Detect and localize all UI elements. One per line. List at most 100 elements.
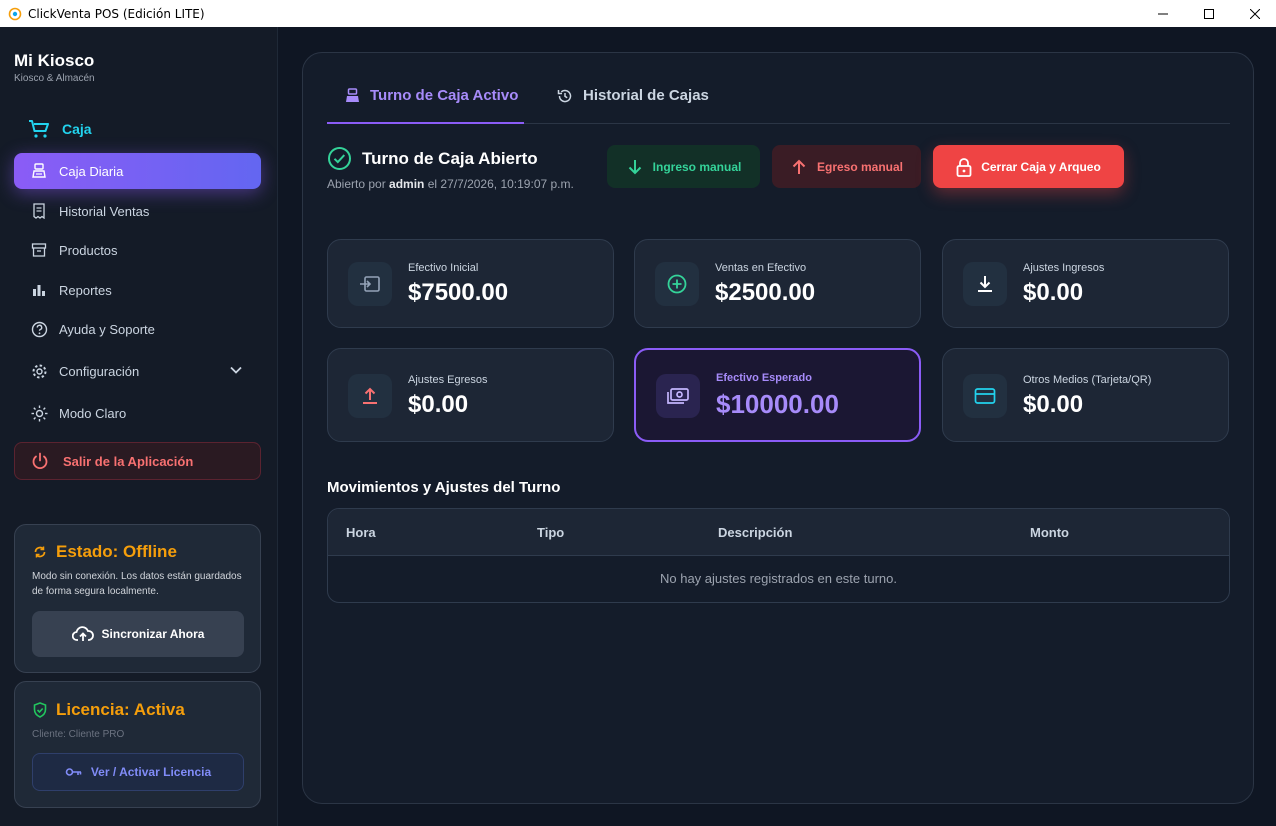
archive-icon: [30, 241, 48, 259]
gear-icon: [30, 362, 48, 380]
arrow-down-icon: [626, 158, 644, 176]
shift-status-title: Turno de Caja Abierto: [327, 146, 538, 171]
stat-ajustes-ingresos: Ajustes Ingresos $0.00: [942, 239, 1229, 328]
sidebar-item-label: Caja Diaria: [59, 163, 124, 179]
column-header-descripcion[interactable]: Descripción: [718, 525, 792, 540]
store-subtitle: Kiosco & Almacén: [14, 73, 95, 84]
sidebar-item-caja-diaria[interactable]: Caja Diaria: [14, 153, 261, 189]
stat-value: $10000.00: [716, 389, 839, 419]
stat-efectivo-inicial: Efectivo Inicial $7500.00: [327, 239, 614, 328]
sidebar-item-configuracion[interactable]: Configuración: [14, 353, 261, 389]
manual-income-label: Ingreso manual: [652, 159, 742, 174]
sync-now-button[interactable]: Sincronizar Ahora: [32, 611, 244, 657]
money-icon: [656, 374, 700, 418]
stat-label: Otros Medios (Tarjeta/QR): [1023, 374, 1152, 386]
stat-label: Ajustes Egresos: [408, 374, 488, 386]
table-header: Hora Tipo Descripción Monto: [328, 509, 1229, 556]
sidebar-item-modo-claro[interactable]: Modo Claro: [14, 395, 261, 431]
tab-label: Historial de Cajas: [583, 87, 709, 104]
tab-label: Turno de Caja Activo: [370, 87, 519, 104]
power-icon: [31, 452, 49, 470]
help-icon: [30, 320, 48, 338]
stat-label: Efectivo Esperado: [716, 372, 812, 384]
view-license-label: Ver / Activar Licencia: [90, 765, 212, 779]
movements-title: Movimientos y Ajustes del Turno: [327, 479, 561, 496]
sidebar-item-label: Ayuda y Soporte: [59, 321, 155, 337]
card-icon: [963, 374, 1007, 418]
app-logo-icon: [8, 7, 22, 20]
column-header-tipo[interactable]: Tipo: [537, 525, 564, 540]
cash-in-icon: [348, 262, 392, 306]
stat-ventas-efectivo: Ventas en Efectivo $2500.00: [634, 239, 921, 328]
sidebar-item-label: Modo Claro: [59, 405, 127, 421]
empty-table-message: No hay ajustes registrados en este turno…: [659, 571, 898, 586]
register-icon: [30, 162, 48, 180]
sync-now-label: Sincronizar Ahora: [101, 627, 205, 641]
maximize-button[interactable]: [1186, 0, 1232, 27]
manual-expense-button[interactable]: Egreso manual: [772, 145, 921, 188]
sidebar-item-productos[interactable]: Productos: [14, 232, 261, 268]
shift-title-text: Turno de Caja Abierto: [362, 148, 538, 168]
stat-label: Efectivo Inicial: [408, 262, 479, 274]
close-window-button[interactable]: [1232, 0, 1276, 27]
stat-value: $0.00: [408, 391, 469, 418]
cart-icon: [29, 120, 49, 138]
arrow-up-icon: [790, 158, 808, 176]
download-icon: [963, 262, 1007, 306]
view-license-button[interactable]: Ver / Activar Licencia: [32, 753, 244, 791]
status-title: Estado: Offline: [56, 542, 177, 561]
movements-table: Hora Tipo Descripción Monto No hay ajust…: [327, 508, 1230, 603]
sidebar-item-reportes[interactable]: Reportes: [14, 272, 261, 308]
key-icon: [65, 766, 83, 778]
manual-expense-label: Egreso manual: [816, 159, 904, 174]
manual-income-button[interactable]: Ingreso manual: [607, 145, 760, 188]
shift-opened-date: el 27/7/2026, 10:19:07 p.m.: [424, 177, 574, 191]
sidebar: Mi Kiosco Kiosco & Almacén Caja Caja Dia…: [0, 27, 278, 826]
sidebar-item-historial-ventas[interactable]: Historial Ventas: [14, 193, 261, 229]
plus-circle-icon: [655, 262, 699, 306]
minimize-icon: [1158, 13, 1168, 14]
license-header: Licencia: Activa: [33, 700, 185, 720]
sidebar-item-ayuda[interactable]: Ayuda y Soporte: [14, 311, 261, 347]
tab-historial-cajas[interactable]: Historial de Cajas: [557, 87, 709, 124]
sync-status-icon: [33, 545, 47, 559]
shift-opened-user: admin: [389, 177, 425, 191]
license-card: Licencia: Activa Cliente: Cliente PRO Ve…: [14, 681, 261, 808]
window-title: ClickVenta POS (Edición LITE): [28, 6, 205, 21]
stat-value: $7500.00: [408, 279, 509, 306]
upload-icon: [348, 374, 392, 418]
register-icon: [345, 88, 360, 104]
tab-turno-activo[interactable]: Turno de Caja Activo: [327, 87, 524, 124]
main-area: Turno de Caja Activo Historial de Cajas …: [278, 27, 1276, 826]
stat-label: Ajustes Ingresos: [1023, 262, 1105, 274]
shift-opened-info: Abierto por admin el 27/7/2026, 10:19:07…: [327, 177, 574, 191]
receipt-icon: [30, 202, 48, 220]
exit-app-label: Salir de la Aplicación: [63, 453, 194, 469]
maximize-icon: [1204, 8, 1214, 19]
sidebar-item-label: Reportes: [59, 282, 112, 298]
stat-otros-medios: Otros Medios (Tarjeta/QR) $0.00: [942, 348, 1229, 442]
column-header-monto[interactable]: Monto: [1030, 525, 1069, 540]
sidebar-item-label: Historial Ventas: [59, 203, 150, 219]
tab-bar: Turno de Caja Activo Historial de Cajas: [327, 73, 1230, 124]
chevron-down-icon: [230, 366, 242, 374]
close-register-button[interactable]: Cerrar Caja y Arqueo: [933, 145, 1124, 188]
connection-status-card: Estado: Offline Modo sin conexión. Los d…: [14, 524, 261, 673]
close-register-label: Cerrar Caja y Arqueo: [981, 159, 1101, 174]
minimize-button[interactable]: [1140, 0, 1186, 27]
cloud-upload-icon: [71, 626, 94, 642]
stat-value: $2500.00: [715, 279, 816, 306]
sidebar-item-label: Configuración: [59, 363, 140, 379]
window-titlebar: ClickVenta POS (Edición LITE): [0, 0, 1276, 27]
stat-value: $0.00: [1023, 279, 1084, 306]
exit-app-button[interactable]: Salir de la Aplicación: [14, 442, 261, 480]
store-name: Mi Kiosco: [14, 51, 95, 70]
column-header-hora[interactable]: Hora: [346, 525, 376, 540]
section-caja-label: Caja: [62, 121, 92, 137]
bar-chart-icon: [30, 281, 48, 299]
shift-opened-prefix: Abierto por: [327, 177, 390, 191]
close-icon: [1250, 8, 1260, 19]
stat-efectivo-esperado: Efectivo Esperado $10000.00: [634, 348, 921, 442]
cash-register-panel: Turno de Caja Activo Historial de Cajas …: [302, 52, 1254, 804]
stat-ajustes-egresos: Ajustes Egresos $0.00: [327, 348, 614, 442]
